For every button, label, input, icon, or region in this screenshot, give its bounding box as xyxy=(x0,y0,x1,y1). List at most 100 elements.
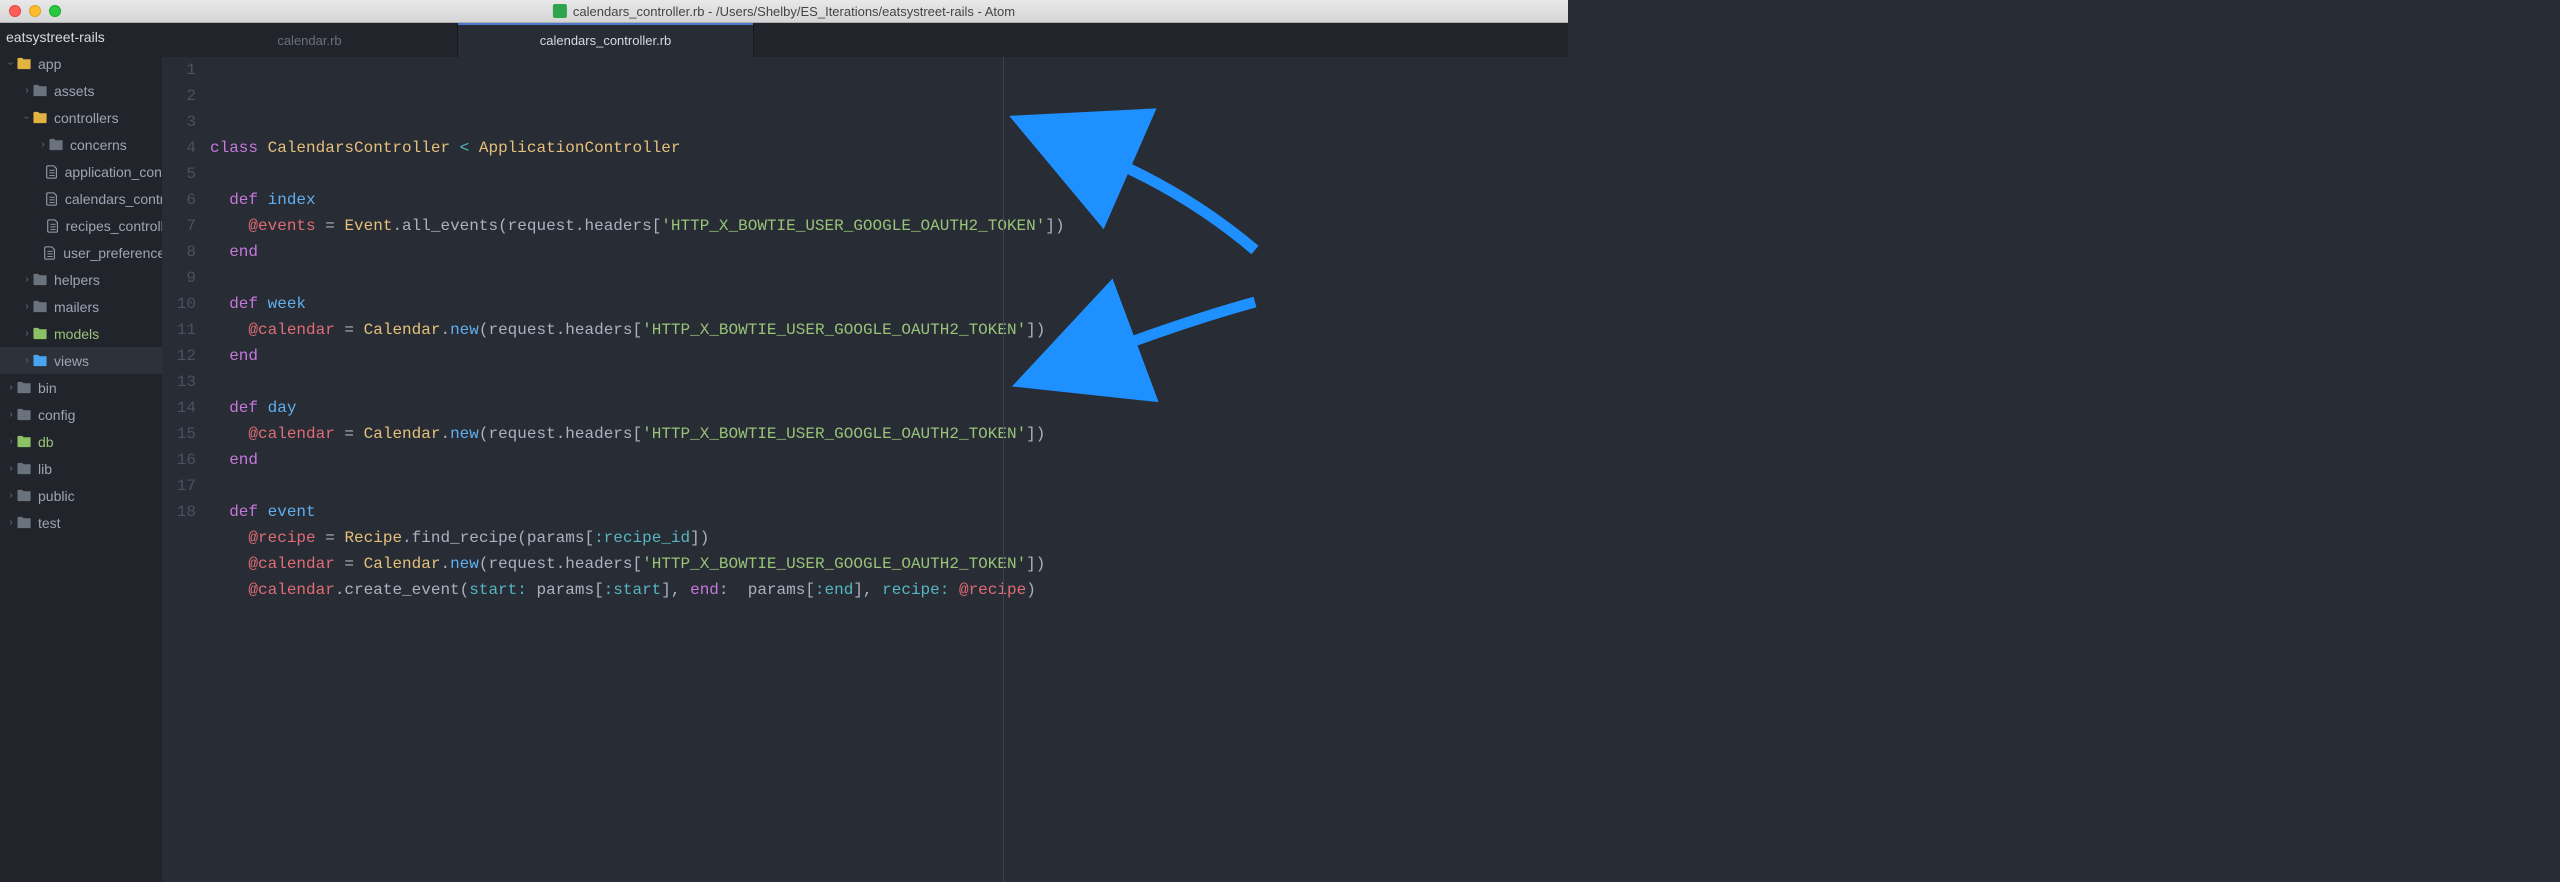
tree-item-config[interactable]: ›config xyxy=(0,401,162,428)
tree-item-label: user_preferences_controller.rb xyxy=(63,245,162,261)
folder-icon xyxy=(16,515,32,531)
token: week xyxy=(268,295,306,313)
code-line[interactable] xyxy=(210,369,1568,395)
line-number: 8 xyxy=(162,239,196,265)
token: end xyxy=(229,243,258,261)
token: ], xyxy=(853,581,882,599)
close-button[interactable] xyxy=(9,5,21,17)
token xyxy=(210,295,229,313)
token: end xyxy=(229,451,258,469)
code-line[interactable]: def index xyxy=(210,187,1568,213)
code-line[interactable]: def event xyxy=(210,499,1568,525)
tree-item-mailers[interactable]: ›mailers xyxy=(0,293,162,320)
project-root-label: eatsystreet-rails xyxy=(6,29,105,45)
token: = xyxy=(316,217,345,235)
tab-label: calendars_controller.rb xyxy=(540,33,672,48)
line-number: 2 xyxy=(162,83,196,109)
line-number: 11 xyxy=(162,317,196,343)
code-line[interactable]: class CalendarsController < ApplicationC… xyxy=(210,135,1568,161)
tree-item-label: controllers xyxy=(54,110,119,126)
folder-icon xyxy=(32,83,48,99)
maximize-button[interactable] xyxy=(49,5,61,17)
token xyxy=(210,243,229,261)
code-line[interactable]: def day xyxy=(210,395,1568,421)
tree-item-app[interactable]: ›app xyxy=(0,50,162,77)
code-line[interactable]: @calendar = Calendar.new(request.headers… xyxy=(210,551,1568,577)
tree-item-helpers[interactable]: ›helpers xyxy=(0,266,162,293)
file-icon xyxy=(43,245,57,261)
code-line[interactable]: def week xyxy=(210,291,1568,317)
tab-calendars-controller-rb[interactable]: calendars_controller.rb xyxy=(458,23,754,57)
chevron-icon: › xyxy=(6,436,16,447)
tree-item-recipes-controller-rb[interactable]: recipes_controller.rb xyxy=(0,212,162,239)
tree-item-application-controller-rb[interactable]: application_controller.rb xyxy=(0,158,162,185)
code-line[interactable] xyxy=(210,265,1568,291)
token: index xyxy=(268,191,316,209)
chevron-icon xyxy=(38,220,46,231)
code-content[interactable]: class CalendarsController < ApplicationC… xyxy=(210,57,1568,882)
tree-item-label: bin xyxy=(38,380,57,396)
token: :end xyxy=(815,581,853,599)
code-line[interactable]: end xyxy=(210,343,1568,369)
token xyxy=(210,581,248,599)
window-title-text: calendars_controller.rb - /Users/Shelby/… xyxy=(573,4,1015,19)
tree-item-controllers[interactable]: ›controllers xyxy=(0,104,162,131)
token: params[ xyxy=(738,581,815,599)
folder-icon xyxy=(32,110,48,126)
code-line[interactable]: @calendar = Calendar.new(request.headers… xyxy=(210,421,1568,447)
tree-item-label: mailers xyxy=(54,299,99,315)
token: @recipe xyxy=(959,581,1026,599)
chevron-icon: › xyxy=(6,517,16,528)
token: (request.headers[ xyxy=(479,425,642,443)
line-number-gutter: 123456789101112131415161718 xyxy=(162,57,210,882)
tree-item-models[interactable]: ›models xyxy=(0,320,162,347)
token xyxy=(210,503,229,521)
project-root[interactable]: eatsystreet-rails xyxy=(0,23,162,50)
chevron-icon: › xyxy=(38,139,48,150)
token: = xyxy=(335,555,364,573)
token: . xyxy=(440,555,450,573)
chevron-icon: › xyxy=(6,490,16,501)
minimize-button[interactable] xyxy=(29,5,41,17)
code-line[interactable]: end xyxy=(210,447,1568,473)
tree-item-label: db xyxy=(38,434,54,450)
code-line[interactable]: end xyxy=(210,239,1568,265)
tree-item-label: assets xyxy=(54,83,94,99)
tab-calendar-rb[interactable]: calendar.rb xyxy=(162,23,458,57)
title-bar: calendars_controller.rb - /Users/Shelby/… xyxy=(0,0,1568,23)
wrap-guide xyxy=(1003,57,1004,882)
project-tree-sidebar[interactable]: eatsystreet-rails ›app›assets›controller… xyxy=(0,23,162,882)
line-number: 17 xyxy=(162,473,196,499)
tree-item-calendars-controller-rb[interactable]: calendars_controller.rb xyxy=(0,185,162,212)
tree-item-db[interactable]: › db xyxy=(0,428,162,455)
token: event xyxy=(268,503,316,521)
code-line[interactable]: @recipe = Recipe.find_recipe(params[:rec… xyxy=(210,525,1568,551)
code-line[interactable]: @events = Event.all_events(request.heade… xyxy=(210,213,1568,239)
token: 'HTTP_X_BOWTIE_USER_GOOGLE_OAUTH2_TOKEN' xyxy=(642,555,1026,573)
tree-item-concerns[interactable]: ›concerns xyxy=(0,131,162,158)
token: Calendar xyxy=(364,555,441,573)
chevron-icon xyxy=(38,166,45,177)
token: :recipe_id xyxy=(594,529,690,547)
token: class xyxy=(210,139,268,157)
tree-item-views[interactable]: ›views xyxy=(0,347,162,374)
token: ]) xyxy=(1026,555,1045,573)
tree-item-lib[interactable]: ›lib xyxy=(0,455,162,482)
token: 'HTTP_X_BOWTIE_USER_GOOGLE_OAUTH2_TOKEN' xyxy=(642,321,1026,339)
code-line[interactable]: @calendar = Calendar.new(request.headers… xyxy=(210,317,1568,343)
token: def xyxy=(229,399,267,417)
tree-item-user-preferences-controller-rb[interactable]: user_preferences_controller.rb xyxy=(0,239,162,266)
token: < xyxy=(450,139,479,157)
tree-item-assets[interactable]: ›assets xyxy=(0,77,162,104)
tree-item-test[interactable]: ›test xyxy=(0,509,162,536)
folder-icon xyxy=(16,407,32,423)
tree-item-public[interactable]: ›public xyxy=(0,482,162,509)
code-line[interactable] xyxy=(210,473,1568,499)
token: 'HTTP_X_BOWTIE_USER_GOOGLE_OAUTH2_TOKEN' xyxy=(661,217,1045,235)
token: @calendar xyxy=(248,581,334,599)
code-line[interactable]: @calendar.create_event(start: params[:st… xyxy=(210,577,1568,603)
traffic-lights xyxy=(9,5,61,17)
code-editor[interactable]: 123456789101112131415161718 class Calend… xyxy=(162,57,1568,882)
tree-item-bin[interactable]: ›bin xyxy=(0,374,162,401)
code-line[interactable] xyxy=(210,161,1568,187)
